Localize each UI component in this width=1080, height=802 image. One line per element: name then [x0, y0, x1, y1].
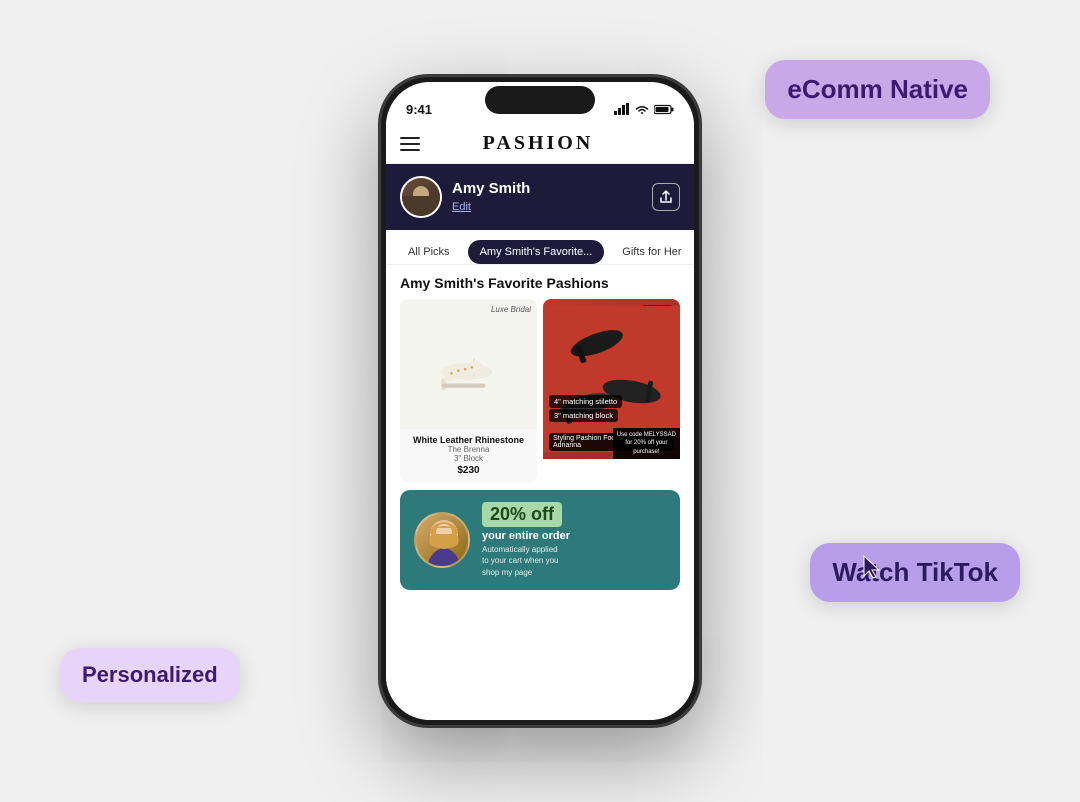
tab-gifts-for-her[interactable]: Gifts for Her [610, 240, 693, 264]
promo-order: your entire order [482, 530, 666, 542]
video-tag-3inch: 3" matching block [549, 409, 618, 422]
tabs-bar: All Picks Amy Smith's Favorite... Gifts … [386, 230, 694, 265]
dynamic-island [485, 86, 595, 114]
scene: eComm Native Watch TikTok Personalized 9… [0, 0, 1080, 802]
status-time: 9:41 [406, 102, 432, 117]
video-tag-3inch-container: 3" matching block [549, 405, 618, 425]
callout-ecomm: eComm Native [765, 60, 990, 119]
product-brand-label: Luxe Bridal [491, 305, 531, 314]
product-price: $230 [408, 465, 529, 476]
profile-header: Amy Smith Edit [386, 164, 694, 230]
products-grid: Luxe Bridal [386, 299, 694, 482]
brand-logo: PASHION [483, 132, 594, 155]
tab-all-picks[interactable]: All Picks [396, 240, 462, 264]
profile-edit-link[interactable]: Edit [452, 201, 471, 213]
battery-icon [654, 104, 674, 115]
profile-name: Amy Smith [452, 180, 530, 197]
content-area: Amy Smith's Favorite Pashions Luxe Brida… [386, 265, 694, 720]
avatar-image [402, 178, 440, 216]
avatar [400, 176, 442, 218]
status-icons [614, 103, 674, 115]
top-nav: PASHION [386, 126, 694, 164]
promo-description: Automatically applied to your cart when … [482, 544, 666, 578]
promo-text: 20% off your entire order Automatically … [482, 502, 666, 578]
shoe-illustration [426, 334, 511, 394]
callout-tiktok: Watch TikTok [810, 543, 1020, 602]
video-use-code: Use code MELYSSAD for 20% off your purch… [613, 428, 680, 459]
product-heel: 3" Block [408, 454, 529, 463]
hamburger-menu[interactable] [400, 137, 420, 151]
phone-shell: 9:41 [380, 76, 700, 726]
wifi-icon [635, 104, 649, 115]
promo-discount: 20% off [482, 502, 562, 527]
signal-icon [614, 103, 630, 115]
video-card[interactable]: 00:47 [543, 299, 680, 482]
callout-personalized: Personalized [60, 648, 240, 702]
share-button[interactable] [652, 183, 680, 211]
profile-left: Amy Smith Edit [400, 176, 530, 218]
tab-amy-favorites[interactable]: Amy Smith's Favorite... [468, 240, 605, 264]
video-thumbnail: 00:47 [543, 299, 680, 459]
product-image: Luxe Bridal [400, 299, 537, 429]
product-sub: The Brenna [408, 445, 529, 454]
section-title: Amy Smith's Favorite Pashions [386, 265, 694, 299]
product-name: White Leather Rhinestone [408, 435, 529, 445]
profile-info: Amy Smith Edit [452, 180, 530, 215]
phone-screen: 9:41 [386, 82, 694, 720]
product-info: White Leather Rhinestone The Brenna 3" B… [400, 429, 537, 482]
promo-avatar [414, 512, 470, 568]
cursor-arrow [862, 554, 884, 587]
promo-banner[interactable]: 20% off your entire order Automatically … [400, 490, 680, 590]
product-card[interactable]: Luxe Bridal [400, 299, 537, 482]
